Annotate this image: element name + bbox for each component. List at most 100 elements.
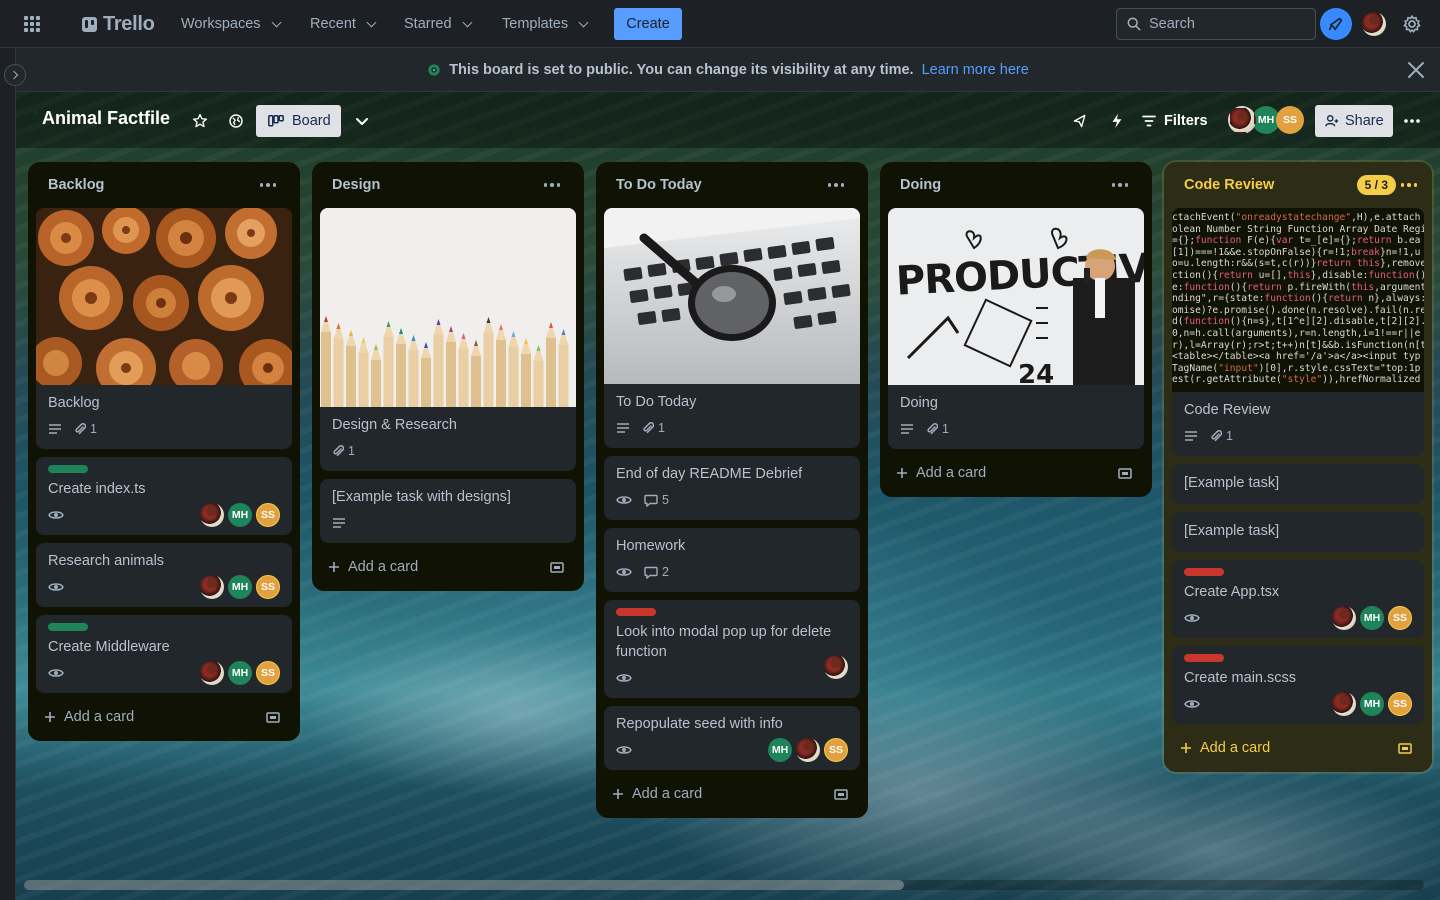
views-dropdown-icon[interactable] xyxy=(346,105,378,137)
card-doing[interactable]: PRODUCTIVIT 24 Doing 1 xyxy=(888,208,1144,449)
list-title[interactable]: To Do Today xyxy=(616,177,702,193)
trello-logo[interactable]: Trello xyxy=(82,12,155,36)
list-menu-icon[interactable] xyxy=(1104,169,1136,201)
card-todo-today[interactable]: To Do Today 1 xyxy=(604,208,860,448)
card-backlog[interactable]: Backlog 1 xyxy=(36,208,292,449)
close-icon[interactable] xyxy=(1406,60,1426,80)
card-create-app[interactable]: Create App.tsx MH SS xyxy=(1172,560,1424,638)
menu-workspaces[interactable]: Workspaces xyxy=(175,8,286,40)
add-card-button[interactable]: Add a card xyxy=(320,551,576,583)
card-create-middleware[interactable]: Create Middleware MH SS xyxy=(36,615,292,693)
template-icon[interactable] xyxy=(550,561,564,573)
card-title: Create index.ts xyxy=(48,481,146,497)
app-switcher-icon[interactable] xyxy=(20,12,44,36)
card-example-task[interactable]: [Example task] xyxy=(1172,464,1424,504)
code-line: ction(){return u=[],this},disable:functi… xyxy=(1172,269,1424,281)
list-title[interactable]: Doing xyxy=(900,177,941,193)
visibility-globe-icon[interactable] xyxy=(220,105,252,137)
member-avatar-mh[interactable]: MH xyxy=(1360,692,1384,716)
member-avatar-mh[interactable]: MH xyxy=(1360,606,1384,630)
card-create-main-scss[interactable]: Create main.scss MH SS xyxy=(1172,646,1424,724)
member-avatar-mh[interactable]: MH xyxy=(228,661,252,685)
menu-templates[interactable]: Templates xyxy=(496,8,593,40)
card-design-research[interactable]: Design & Research 1 xyxy=(320,208,576,471)
member-avatar-mh[interactable]: MH xyxy=(228,575,252,599)
member-avatar-ss[interactable]: SS xyxy=(1388,606,1412,630)
card-example-task-designs[interactable]: [Example task with designs] xyxy=(320,479,576,543)
list-menu-icon[interactable] xyxy=(252,169,284,201)
star-icon[interactable] xyxy=(184,105,216,137)
list-menu-icon[interactable] xyxy=(820,169,852,201)
pencil-graphic xyxy=(446,326,456,407)
card-example-task[interactable]: [Example task] xyxy=(1172,512,1424,552)
add-card-button[interactable]: Add a card xyxy=(888,457,1144,489)
member-avatar[interactable] xyxy=(1332,692,1356,716)
member-avatar-ss[interactable]: SS xyxy=(256,575,280,599)
list-menu-icon[interactable] xyxy=(1398,169,1420,201)
settings-icon[interactable] xyxy=(1402,14,1422,39)
board-horizontal-scrollbar[interactable] xyxy=(24,880,1424,890)
add-card-button[interactable]: Add a card xyxy=(36,701,292,733)
menu-starred[interactable]: Starred xyxy=(398,8,477,40)
notifications-button[interactable] xyxy=(1320,8,1352,40)
card-homework[interactable]: Homework 2 xyxy=(604,528,860,592)
list-title[interactable]: Design xyxy=(332,177,380,193)
member-avatar-mh[interactable]: MH xyxy=(228,503,252,527)
member-avatar-ss[interactable]: SS xyxy=(1388,692,1412,716)
board-title[interactable]: Animal Factfile xyxy=(42,108,170,129)
add-card-button[interactable]: Add a card xyxy=(1172,732,1424,764)
search-input[interactable] xyxy=(1149,16,1299,32)
description-icon xyxy=(1184,430,1198,442)
pencils-cover-image xyxy=(320,208,576,407)
card-repopulate-seed[interactable]: Repopulate seed with info MH SS xyxy=(604,706,860,770)
member-avatar-ss[interactable]: SS xyxy=(1276,106,1304,134)
member-avatar[interactable] xyxy=(824,655,848,679)
account-avatar[interactable] xyxy=(1362,12,1386,36)
member-avatar[interactable] xyxy=(796,738,820,762)
code-line: r),l=Array(r);r>t;t++)n[t]&&b.isFunction… xyxy=(1172,339,1424,351)
card-modal-popup[interactable]: Look into modal pop up for delete functi… xyxy=(604,600,860,698)
create-button[interactable]: Create xyxy=(614,8,682,40)
scrollbar-thumb[interactable] xyxy=(24,880,904,890)
member-avatar[interactable] xyxy=(1332,606,1356,630)
template-icon[interactable] xyxy=(266,711,280,723)
board-members[interactable]: MH SS xyxy=(1228,106,1304,134)
member-avatar-ss[interactable]: SS xyxy=(256,503,280,527)
automation-icon[interactable] xyxy=(1101,105,1133,137)
member-avatar[interactable] xyxy=(200,575,224,599)
list-title[interactable]: Code Review xyxy=(1184,177,1274,193)
search-box[interactable] xyxy=(1116,8,1316,40)
card-readme-debrief[interactable]: End of day README Debrief 5 xyxy=(604,456,860,520)
search-icon xyxy=(1127,17,1141,31)
list-title[interactable]: Backlog xyxy=(48,177,104,193)
red-label xyxy=(1184,654,1224,662)
board-view-button[interactable]: Board xyxy=(256,105,341,137)
board-menu-icon[interactable] xyxy=(1396,105,1428,137)
pencil-graphic xyxy=(496,324,506,407)
member-avatar-ss[interactable]: SS xyxy=(256,661,280,685)
member-avatar-ss[interactable]: SS xyxy=(824,738,848,762)
card-research-animals[interactable]: Research animals MH SS xyxy=(36,543,292,607)
card-title: End of day README Debrief xyxy=(616,466,803,482)
share-button[interactable]: Share xyxy=(1315,105,1393,137)
list-menu-icon[interactable] xyxy=(536,169,568,201)
member-avatar[interactable] xyxy=(200,503,224,527)
menu-label: Recent xyxy=(310,16,356,32)
add-card-button[interactable]: Add a card xyxy=(604,778,860,810)
expand-sidebar-button[interactable] xyxy=(4,64,26,86)
watching-eye-icon xyxy=(616,494,632,506)
member-avatar-mh[interactable]: MH xyxy=(768,738,792,762)
card-code-review[interactable]: ctachEvent("onreadystatechange",H),e.att… xyxy=(1172,208,1424,456)
member-avatar[interactable] xyxy=(200,661,224,685)
template-icon[interactable] xyxy=(1118,467,1132,479)
member-avatar[interactable] xyxy=(1228,106,1256,134)
add-card-label: Add a card xyxy=(632,786,703,802)
power-ups-icon[interactable] xyxy=(1064,105,1096,137)
filters-button[interactable]: Filters xyxy=(1142,105,1208,137)
watching-eye-icon xyxy=(1184,612,1200,624)
learn-more-link[interactable]: Learn more here xyxy=(922,62,1029,78)
card-create-index[interactable]: Create index.ts MH SS xyxy=(36,457,292,535)
menu-recent[interactable]: Recent xyxy=(304,8,381,40)
template-icon[interactable] xyxy=(1398,742,1412,754)
template-icon[interactable] xyxy=(834,788,848,800)
